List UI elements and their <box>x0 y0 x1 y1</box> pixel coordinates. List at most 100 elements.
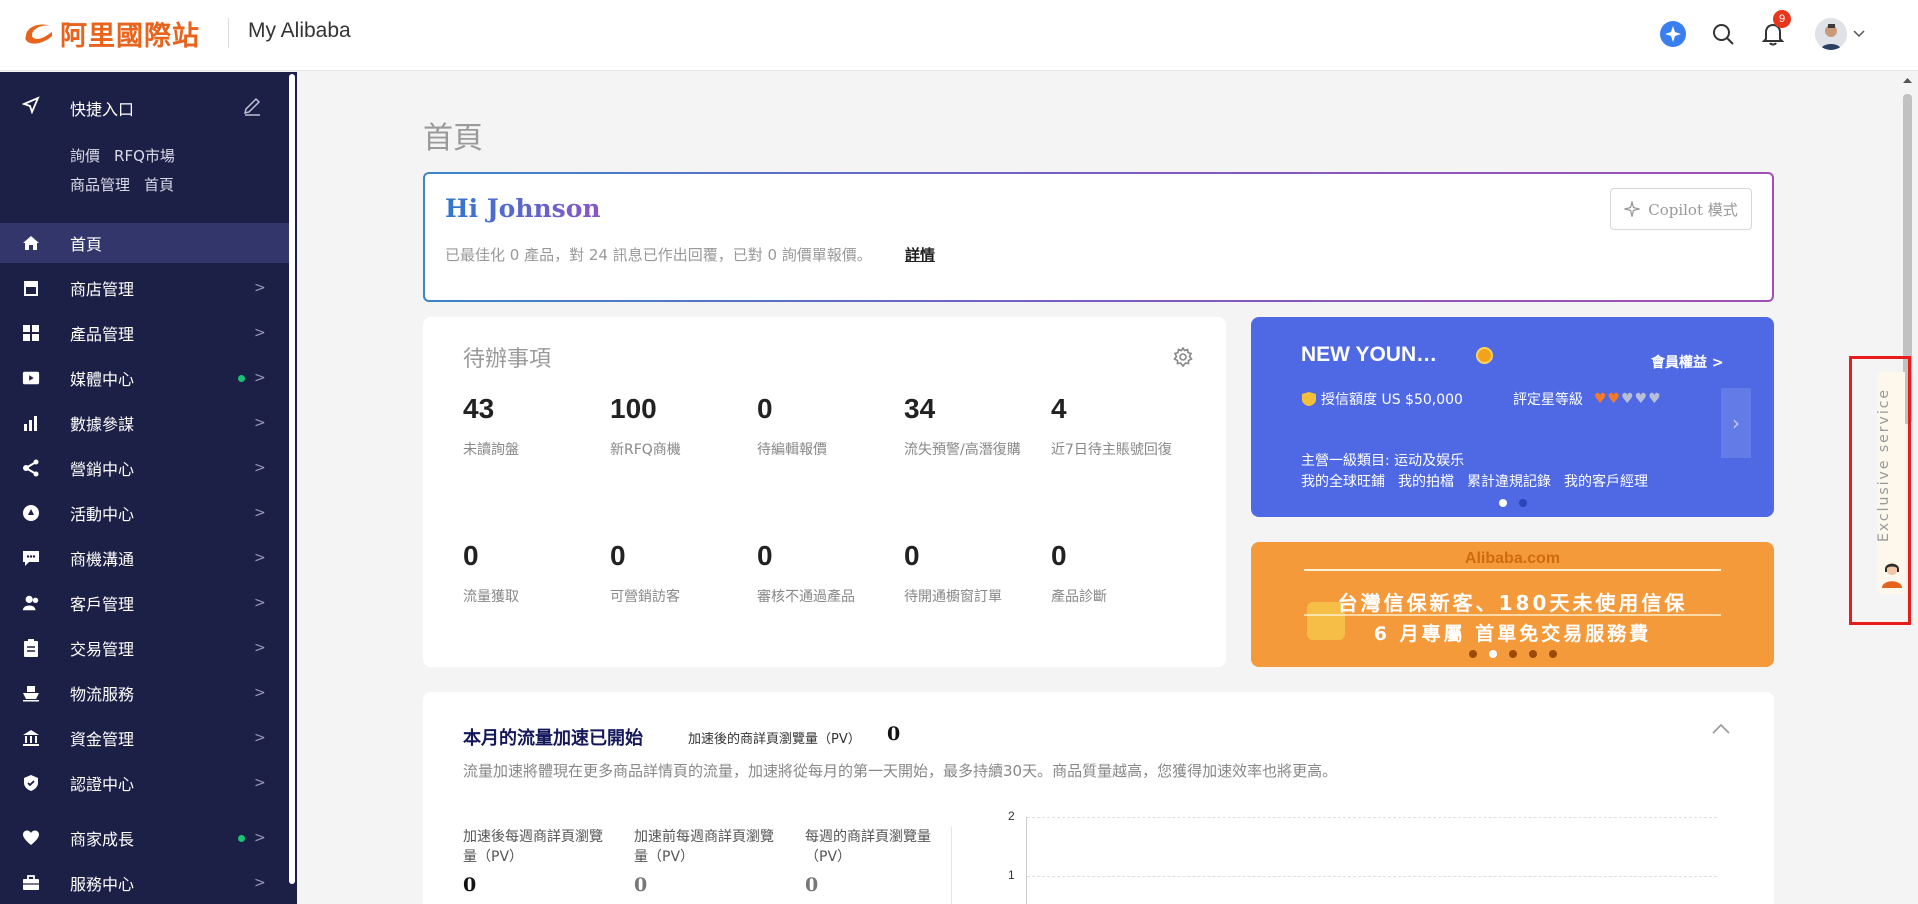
link-global-store[interactable]: 我的全球旺鋪 <box>1301 474 1385 490</box>
traffic-pv-label: 加速後的商詳頁瀏覽量（PV） <box>688 732 861 747</box>
carousel-dots <box>1499 499 1527 507</box>
bank-icon <box>22 729 40 747</box>
quick-link-inquiry[interactable]: 詢價 <box>70 147 100 165</box>
stat-showcase-orders[interactable]: 0 待開通櫥窗訂單 <box>904 540 1054 606</box>
metric-weekly-pv: 每週的商詳頁瀏覽量（PV） 0 <box>805 829 931 896</box>
greeting-detail-link[interactable]: 詳情 <box>905 244 935 265</box>
chart-tick-label: 1 <box>1008 868 1015 882</box>
greeting-name: Hi Johnson <box>445 194 601 223</box>
stat-pending-quotes[interactable]: 0 待編輯報價 <box>757 393 907 459</box>
gear-icon[interactable] <box>1173 346 1193 368</box>
copilot-mode-label: Copilot 模式 <box>1648 200 1738 219</box>
member-benefits-link[interactable]: 會員權益 > <box>1651 352 1724 372</box>
avatar[interactable] <box>1815 18 1847 50</box>
greeting-description: 已最佳化 0 產品，對 24 訊息已作出回覆，已對 0 詢價單報價。 <box>445 246 872 264</box>
collapse-chevron-up-icon[interactable] <box>1711 720 1735 744</box>
rating-hearts-icon: ♥♥♥♥♥ <box>1594 391 1662 407</box>
metric-after-boost: 加速後每週商詳頁瀏覽量（PV） 0 <box>463 829 603 896</box>
sidebar-item-label: 商店管理 <box>70 280 135 299</box>
carousel-dot[interactable] <box>1519 499 1527 507</box>
banner-dot[interactable] <box>1529 650 1537 658</box>
banner-dot[interactable] <box>1509 650 1517 658</box>
stat-visitors[interactable]: 0 可營銷訪客 <box>610 540 760 606</box>
link-violations[interactable]: 累計違規記錄 <box>1467 474 1551 490</box>
chevron-right-icon: > <box>254 280 266 296</box>
sidebar-item-marketing[interactable]: 營銷中心 > <box>0 448 289 488</box>
alibaba-logo[interactable]: 阿里國際站 <box>22 16 200 52</box>
ship-icon <box>22 684 40 702</box>
chevron-right-icon: > <box>254 370 266 386</box>
carousel-dot[interactable] <box>1499 499 1507 507</box>
sidebar-item-customers[interactable]: 客戶管理 > <box>0 583 289 623</box>
member-name: NEW YOUN… <box>1301 343 1438 366</box>
quick-link-home[interactable]: 首頁 <box>144 176 174 194</box>
video-icon <box>22 369 40 387</box>
sidebar-item-transactions[interactable]: 交易管理 > <box>0 628 289 668</box>
scroll-up-arrow-icon[interactable] <box>1897 73 1918 87</box>
sidebar-item-services[interactable]: 服務中心 > <box>0 863 289 903</box>
sidebar-item-logistics[interactable]: 物流服務 > <box>0 673 289 713</box>
sidebar-item-store[interactable]: 商店管理 > <box>0 268 289 308</box>
sidebar-item-certification[interactable]: 認證中心 > <box>0 763 289 803</box>
page-title: 首頁 <box>423 121 483 156</box>
alibaba-logo-icon <box>25 24 52 44</box>
avatar-chevron-down-icon[interactable] <box>1852 19 1866 49</box>
grid-icon <box>22 324 40 342</box>
banner-dot[interactable] <box>1469 650 1477 658</box>
banner-dot[interactable] <box>1489 650 1497 658</box>
quick-link-products[interactable]: 商品管理 <box>70 176 130 194</box>
carousel-next-button[interactable]: › <box>1721 388 1751 458</box>
sidebar-item-label: 物流服務 <box>70 685 135 704</box>
sidebar-item-activity[interactable]: 活動中心 > <box>0 493 289 533</box>
chart-tick-label: 2 <box>1008 809 1015 823</box>
briefcase-icon <box>22 874 40 892</box>
todo-card: 待辦事項 43 未讀詢盤 100 新RFQ商機 0 待編輯報價 34 流失預警/高潛復購… <box>423 317 1226 667</box>
stat-new-rfq[interactable]: 100 新RFQ商機 <box>610 393 760 459</box>
sidebar: 快捷入口 詢價 RFQ市場 商品管理 首頁 首頁 商店管理 > 產品管理 > 媒體中… <box>0 72 297 904</box>
chevron-right-icon: > <box>254 415 266 431</box>
link-account-manager[interactable]: 我的客戶經理 <box>1564 474 1648 490</box>
stat-product-diagnosis[interactable]: 0 產品診斷 <box>1051 540 1201 606</box>
copilot-star-icon[interactable] <box>1658 19 1688 49</box>
sidebar-item-label: 交易管理 <box>70 640 135 659</box>
banner-divider <box>1304 569 1721 571</box>
new-dot-indicator <box>238 834 245 842</box>
coin-icon <box>1476 347 1493 364</box>
activity-icon <box>22 504 40 522</box>
sidebar-item-label: 資金管理 <box>70 730 135 749</box>
stat-traffic[interactable]: 0 流量獲取 <box>463 540 613 606</box>
edit-icon[interactable] <box>242 96 262 116</box>
sidebar-item-media[interactable]: 媒體中心 > <box>0 358 289 398</box>
link-partners[interactable]: 我的拍檔 <box>1398 474 1454 490</box>
sidebar-item-products[interactable]: 產品管理 > <box>0 313 289 353</box>
stat-unread-inquiries[interactable]: 43 未讀詢盤 <box>463 393 613 459</box>
member-credit: 授信額度 US $50,000 <box>1301 389 1463 409</box>
chevron-right-icon: > <box>254 595 266 611</box>
chevron-right-icon: > <box>254 460 266 476</box>
sidebar-item-business-chat[interactable]: 商機溝通 > <box>0 538 289 578</box>
sidebar-item-growth[interactable]: 商家成長 > <box>0 818 289 858</box>
search-icon[interactable] <box>1708 19 1738 49</box>
sidebar-item-home[interactable]: 首頁 <box>0 223 289 263</box>
banner-dot[interactable] <box>1549 650 1557 658</box>
sidebar-item-data[interactable]: 數據參謀 > <box>0 403 289 443</box>
home-icon <box>22 234 40 252</box>
membership-card: NEW YOUN… 會員權益 > 授信額度 US $50,000 評定星等級 ♥… <box>1251 317 1774 517</box>
top-bar: 阿里國際站 My Alibaba 9 <box>0 0 1918 71</box>
app-title: My Alibaba <box>248 19 351 42</box>
sidebar-item-label: 媒體中心 <box>70 370 135 389</box>
chevron-right-icon: > <box>254 505 266 521</box>
sidebar-item-finance[interactable]: 資金管理 > <box>0 718 289 758</box>
traffic-description: 流量加速將體現在更多商品詳情頁的流量，加速將從每月的第一天開始，最多持續30天。… <box>463 762 1338 780</box>
sidebar-scrollbar[interactable] <box>289 74 295 884</box>
promo-banner[interactable]: Alibaba.com 台灣信保新客、180天未使用信保 6 月專屬 首單免交易… <box>1251 542 1774 667</box>
copilot-mode-button[interactable]: Copilot 模式 <box>1610 188 1752 230</box>
stat-rejected-products[interactable]: 0 審核不通過產品 <box>757 540 907 606</box>
member-links: 我的全球旺鋪 我的拍檔 累計違規記錄 我的客戶經理 <box>1301 471 1661 491</box>
banner-line-1: 台灣信保新客、180天未使用信保 <box>1337 591 1688 615</box>
quick-link-rfq[interactable]: RFQ市場 <box>114 147 175 165</box>
stat-pending-replies[interactable]: 4 近7日待主賬號回復 <box>1051 393 1201 459</box>
stat-churn-warning[interactable]: 34 流失預警/高潛復購 <box>904 393 1054 459</box>
traffic-pv-value: 0 <box>887 723 901 745</box>
bar-chart-icon <box>22 414 40 432</box>
